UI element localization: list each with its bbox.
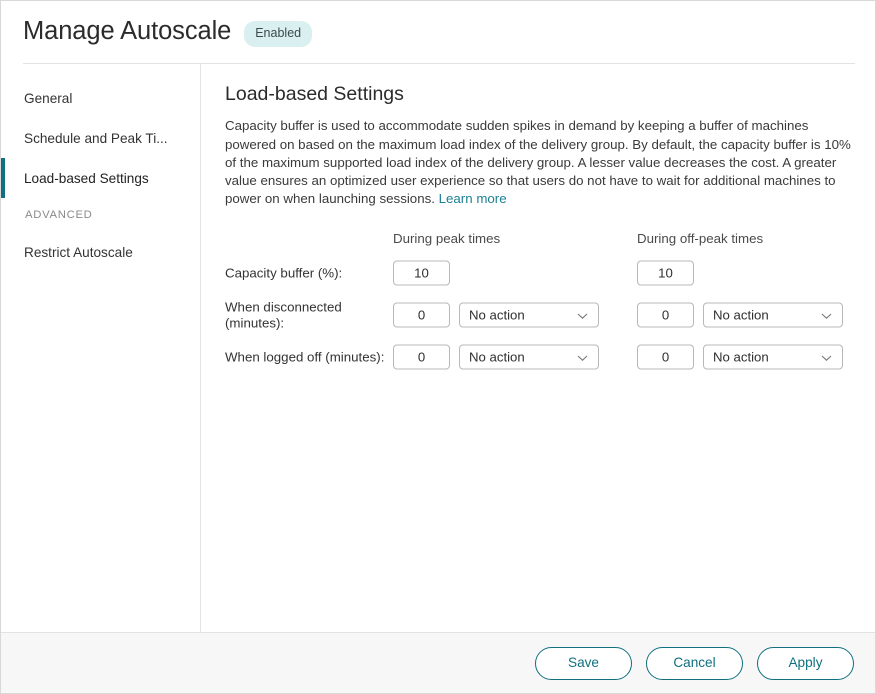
row-label-capacity-buffer: Capacity buffer (%):	[225, 266, 391, 282]
chevron-down-icon	[820, 309, 833, 322]
section-description: Capacity buffer is used to accommodate s…	[225, 117, 857, 208]
sidebar-item-general[interactable]: General	[1, 78, 200, 118]
apply-button[interactable]: Apply	[757, 647, 854, 680]
learn-more-link[interactable]: Learn more	[439, 191, 507, 206]
sidebar-item-label: Load-based Settings	[24, 171, 149, 186]
chevron-down-icon	[576, 309, 589, 322]
capacity-buffer-peak-input[interactable]	[393, 261, 450, 286]
section-title: Load-based Settings	[225, 83, 875, 106]
form-row-capacity-buffer: Capacity buffer (%):	[225, 256, 865, 290]
sidebar-nav: General Schedule and Peak Ti... Load-bas…	[1, 64, 201, 633]
when-disconnected-offpeak-input[interactable]	[637, 303, 694, 328]
sidebar-item-label: Schedule and Peak Ti...	[24, 131, 168, 146]
field-group-when-logged-off-offpeak: No action	[637, 345, 843, 370]
field-group-capacity-buffer-peak	[393, 261, 450, 286]
main-content-panel: Load-based Settings Capacity buffer is u…	[202, 64, 875, 633]
status-badge: Enabled	[244, 21, 312, 47]
when-disconnected-peak-action-select[interactable]: No action	[459, 303, 599, 328]
sidebar-item-label: Restrict Autoscale	[24, 245, 133, 260]
when-logged-off-offpeak-input[interactable]	[637, 345, 694, 370]
select-value: No action	[704, 351, 769, 364]
when-logged-off-offpeak-action-select[interactable]: No action	[703, 345, 843, 370]
chevron-down-icon	[820, 351, 833, 364]
when-disconnected-offpeak-action-select[interactable]: No action	[703, 303, 843, 328]
select-value: No action	[704, 309, 769, 322]
column-headers-row: During peak times During off-peak times	[225, 231, 865, 253]
chevron-down-icon	[576, 351, 589, 364]
field-group-when-disconnected-offpeak: No action	[637, 303, 843, 328]
header-title-group: Manage Autoscale Enabled	[23, 19, 312, 45]
field-group-when-logged-off-peak: No action	[393, 345, 599, 370]
sidebar-section-advanced: ADVANCED	[1, 198, 200, 232]
row-label-when-logged-off: When logged off (minutes):	[225, 350, 391, 366]
manage-autoscale-window: Manage Autoscale Enabled General Schedul…	[0, 0, 876, 694]
row-label-when-disconnected: When disconnected (minutes):	[225, 300, 391, 331]
page-title: Manage Autoscale	[23, 19, 231, 45]
when-logged-off-peak-input[interactable]	[393, 345, 450, 370]
field-group-capacity-buffer-offpeak	[637, 261, 694, 286]
select-value: No action	[460, 351, 525, 364]
footer-action-bar: Save Cancel Apply	[1, 632, 875, 693]
cancel-button[interactable]: Cancel	[646, 647, 743, 680]
window-header: Manage Autoscale Enabled	[1, 1, 875, 63]
column-header-offpeak: During off-peak times	[637, 231, 763, 246]
form-row-when-logged-off: When logged off (minutes): No action No …	[225, 340, 865, 374]
select-value: No action	[460, 309, 525, 322]
description-text: Capacity buffer is used to accommodate s…	[225, 118, 851, 206]
sidebar-item-label: General	[24, 91, 72, 106]
save-button[interactable]: Save	[535, 647, 632, 680]
sidebar-item-load-based-settings[interactable]: Load-based Settings	[1, 158, 200, 198]
when-logged-off-peak-action-select[interactable]: No action	[459, 345, 599, 370]
capacity-buffer-offpeak-input[interactable]	[637, 261, 694, 286]
when-disconnected-peak-input[interactable]	[393, 303, 450, 328]
form-row-when-disconnected: When disconnected (minutes): No action N…	[225, 298, 865, 332]
field-group-when-disconnected-peak: No action	[393, 303, 599, 328]
settings-form: During peak times During off-peak times …	[225, 231, 865, 374]
sidebar-item-schedule-and-peak-times[interactable]: Schedule and Peak Ti...	[1, 118, 200, 158]
column-header-peak: During peak times	[393, 231, 500, 246]
sidebar-top-spacer	[1, 64, 200, 78]
sidebar-item-restrict-autoscale[interactable]: Restrict Autoscale	[1, 232, 200, 272]
